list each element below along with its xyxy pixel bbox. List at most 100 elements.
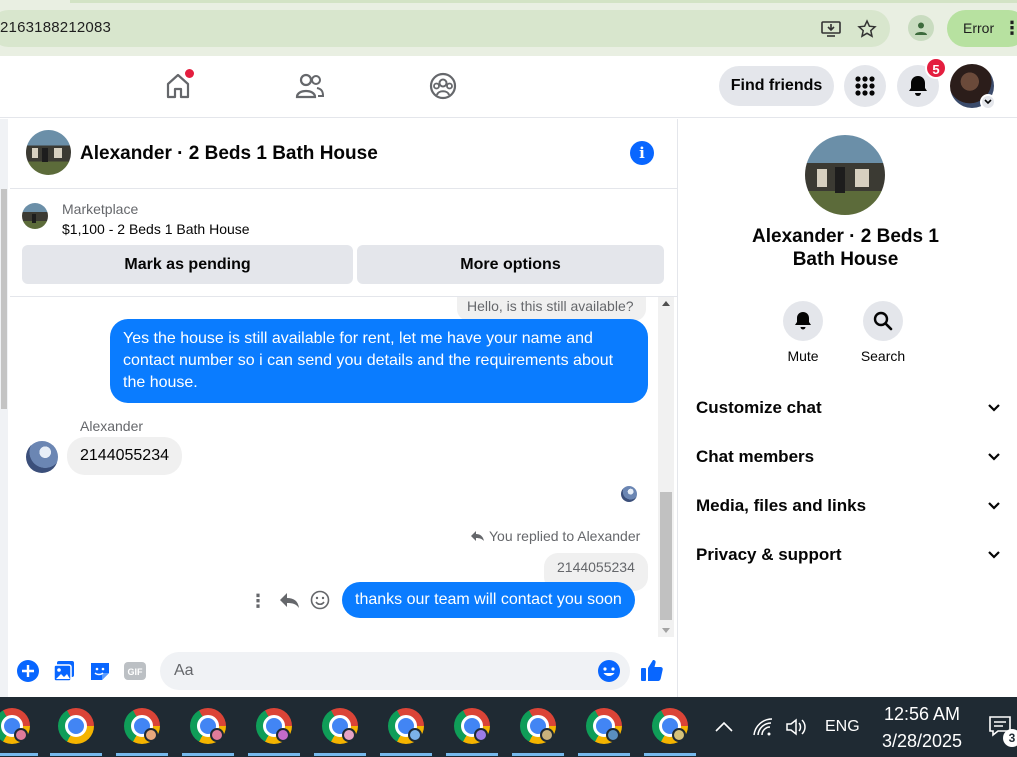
chat-avatar[interactable]: [26, 130, 71, 175]
chrome-icon: [58, 708, 94, 744]
info-icon[interactable]: i: [630, 141, 654, 165]
notification-count-badge: 5: [925, 57, 947, 79]
mark-as-pending-button[interactable]: Mark as pending: [22, 245, 353, 284]
mute-button[interactable]: Mute: [773, 301, 833, 364]
listing-price-title[interactable]: $1,100 - 2 Beds 1 Bath House: [62, 221, 250, 237]
system-clock[interactable]: 12:56 AM 3/28/2025: [870, 701, 974, 755]
mute-bell-icon[interactable]: [783, 301, 823, 341]
bookmark-star-icon[interactable]: [856, 18, 878, 40]
wifi-icon[interactable]: [752, 697, 774, 757]
taskbar-chrome-app[interactable]: [248, 706, 300, 756]
home-notification-dot: [185, 69, 194, 78]
svg-text:GIF: GIF: [128, 667, 144, 677]
scroll-down-arrow[interactable]: [662, 628, 670, 633]
more-actions-icon[interactable]: ⋮: [249, 591, 267, 611]
message-composer: GIF: [10, 647, 678, 697]
emoji-picker-icon[interactable]: [597, 659, 621, 683]
chevron-down-icon: [988, 551, 1000, 559]
customize-chat-section[interactable]: Customize chat: [696, 391, 1001, 425]
language-indicator[interactable]: ENG: [825, 697, 860, 757]
chat-members-section[interactable]: Chat members: [696, 440, 1001, 474]
taskbar-chrome-app[interactable]: [578, 706, 630, 756]
search-label: Search: [860, 348, 906, 364]
left-scrollbar-thumb[interactable]: [1, 189, 7, 409]
photo-icon[interactable]: [52, 659, 76, 683]
marketplace-label: Marketplace: [62, 201, 139, 217]
section-label: Privacy & support: [696, 545, 842, 564]
mute-label: Mute: [787, 348, 819, 364]
section-label: Customize chat: [696, 398, 822, 417]
privacy-support-section[interactable]: Privacy & support: [696, 538, 1001, 572]
grid-icon: [855, 76, 875, 96]
chat-title[interactable]: Alexander · 2 Beds 1 Bath House: [80, 143, 378, 165]
chevron-down-icon: [988, 502, 1000, 510]
taskbar-chrome-app[interactable]: [446, 706, 498, 756]
message-input-wrapper[interactable]: [160, 652, 630, 690]
find-friends-button[interactable]: Find friends: [719, 66, 834, 106]
outgoing-reply-message[interactable]: thanks our team will contact you soon: [342, 582, 635, 618]
taskbar-chrome-app[interactable]: [380, 706, 432, 756]
browser-toolbar: 2163188212083 Error ⋮: [0, 0, 1017, 56]
sticker-icon[interactable]: [88, 659, 112, 683]
section-label: Chat members: [696, 447, 815, 466]
replied-to-label: You replied to Alexander: [489, 528, 641, 544]
reply-indicator: You replied to Alexander: [470, 528, 640, 544]
scroll-up-arrow[interactable]: [662, 301, 670, 306]
message-scrollbar[interactable]: [658, 297, 674, 637]
scrollbar-thumb[interactable]: [660, 492, 672, 620]
search-icon[interactable]: [863, 301, 903, 341]
clock-time: 12:56 AM: [883, 704, 961, 724]
tab-strip-edge: [70, 0, 1017, 3]
chevron-down-icon: [988, 453, 1000, 461]
taskbar-chrome-app[interactable]: [50, 706, 102, 756]
more-options-button[interactable]: More options: [357, 245, 664, 284]
outgoing-message[interactable]: Yes the house is still available for ren…: [110, 319, 648, 403]
left-scroll-edge: [0, 119, 8, 697]
error-label: Error: [963, 20, 995, 36]
message-thread: Hello, is this still available? Yes the …: [10, 297, 678, 637]
clock-date: 3/28/2025: [881, 731, 963, 751]
info-panel-title: Alexander · 2 Beds 1 Bath House: [752, 226, 939, 270]
search-in-chat-button[interactable]: Search: [853, 301, 913, 364]
section-label: Media, files and links: [696, 496, 867, 515]
notification-center-badge: 3: [1003, 729, 1017, 747]
sender-name: Alexander: [80, 418, 144, 434]
listing-thumbnail[interactable]: [22, 203, 48, 229]
reply-icon[interactable]: [278, 591, 300, 613]
chevron-down-icon: [988, 404, 1000, 412]
taskbar-chrome-app[interactable]: [0, 706, 38, 756]
thumbs-up-icon[interactable]: [640, 658, 664, 682]
groups-icon[interactable]: [428, 71, 458, 101]
reply-arrow-icon: [471, 531, 484, 541]
taskbar-chrome-app[interactable]: [644, 706, 696, 756]
conversation-info-panel: Alexander · 2 Beds 1 Bath House Mute Sea…: [679, 119, 1017, 697]
message-input[interactable]: [174, 652, 584, 690]
install-app-icon[interactable]: [820, 18, 842, 40]
sender-avatar[interactable]: [26, 441, 58, 473]
chat-header: Alexander · 2 Beds 1 Bath House i: [10, 119, 678, 189]
friends-icon[interactable]: [295, 71, 325, 101]
account-chevron-icon[interactable]: [980, 94, 996, 110]
menu-grid-button[interactable]: [844, 65, 886, 107]
bell-icon: [909, 76, 927, 96]
info-panel-avatar[interactable]: [805, 135, 885, 215]
browser-error-button[interactable]: Error ⋮: [947, 10, 1017, 47]
show-hidden-icons-chevron-icon[interactable]: [714, 697, 734, 757]
gif-icon[interactable]: GIF: [123, 659, 147, 683]
url-text[interactable]: 2163188212083: [0, 19, 111, 36]
browser-profile-icon[interactable]: [908, 15, 934, 41]
taskbar-chrome-app[interactable]: [512, 706, 564, 756]
address-bar[interactable]: 2163188212083: [0, 10, 890, 47]
media-files-links-section[interactable]: Media, files and links: [696, 489, 1001, 523]
seen-indicator-avatar: [621, 486, 637, 502]
add-attachment-icon[interactable]: [16, 659, 40, 683]
taskbar-chrome-app[interactable]: [116, 706, 168, 756]
volume-icon[interactable]: [785, 697, 809, 757]
taskbar-chrome-app[interactable]: [182, 706, 234, 756]
browser-menu-icon[interactable]: ⋮: [1003, 10, 1017, 47]
chat-panel: Alexander · 2 Beds 1 Bath House i Market…: [10, 119, 678, 697]
incoming-message[interactable]: 2144055234: [67, 437, 182, 475]
react-emoji-icon[interactable]: [310, 590, 332, 612]
taskbar-chrome-app[interactable]: [314, 706, 366, 756]
quoted-message: Hello, is this still available?: [457, 297, 646, 321]
